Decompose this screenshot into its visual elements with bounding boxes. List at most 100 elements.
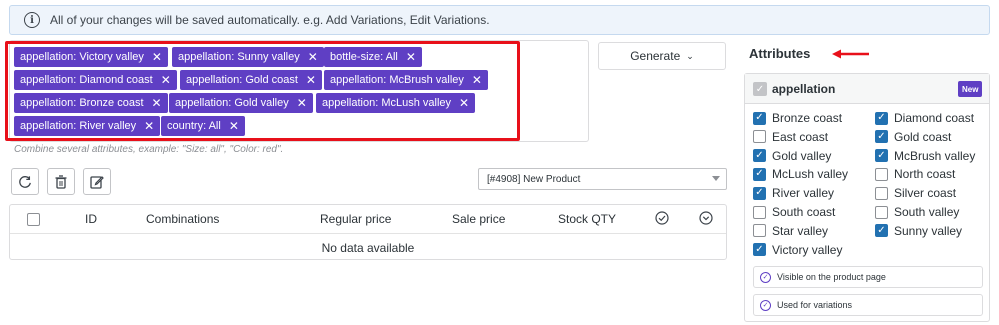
col-stock-qty[interactable]: Stock QTY (558, 212, 616, 226)
tag-label: appellation: Gold valley (175, 97, 289, 109)
col-sale-price[interactable]: Sale price (452, 212, 505, 226)
option-label: Silver coast (894, 186, 957, 201)
option-label: Bronze coast (772, 111, 843, 125)
attribute-tag: bottle-size: All ✕ (324, 47, 422, 67)
refresh-icon (19, 175, 31, 188)
visible-on-product-page-toggle[interactable]: ✓ Visible on the product page (753, 266, 983, 288)
tag-label: appellation: McBrush valley (330, 74, 464, 86)
remove-tag-icon[interactable]: ✕ (152, 50, 162, 64)
checkbox[interactable] (753, 205, 766, 219)
attribute-tag: appellation: Bronze coast ✕ (14, 93, 168, 113)
attribute-option[interactable]: ✓ McLush valley (753, 167, 848, 181)
product-select[interactable]: [#4908] New Product (478, 168, 727, 190)
remove-tag-icon[interactable]: ✕ (306, 73, 316, 87)
attribute-option[interactable]: ✓ Sunny valley (875, 224, 962, 238)
attribute-tag: appellation: Gold coast ✕ (180, 70, 322, 90)
attribute-group-name: appellation (772, 82, 836, 96)
attribute-option[interactable]: ✓ McBrush valley (875, 149, 975, 163)
option-label: Victory valley (772, 242, 843, 257)
checkbox[interactable] (753, 130, 766, 144)
remove-tag-icon[interactable]: ✕ (144, 119, 154, 133)
variations-table: ID Combinations Regular price Sale price… (9, 204, 727, 260)
option-label: East coast (772, 129, 829, 144)
checked-checkbox[interactable]: ✓ (753, 186, 766, 200)
visible-label: Visible on the product page (777, 272, 886, 282)
option-label: South valley (894, 205, 960, 219)
remove-tag-icon[interactable]: ✕ (161, 73, 171, 87)
chevron-down-icon: ⌄ (686, 50, 694, 61)
variations-label: Used for variations (777, 300, 853, 310)
checkbox[interactable] (875, 167, 888, 181)
attribute-option[interactable]: East coast (753, 130, 828, 144)
checked-checkbox[interactable]: ✓ (875, 149, 888, 163)
remove-tag-icon[interactable]: ✕ (297, 96, 307, 110)
check-circle-icon: ✓ (760, 271, 771, 283)
tag-label: appellation: Sunny valley (178, 51, 300, 63)
checked-checkbox[interactable]: ✓ (753, 243, 766, 257)
checkbox[interactable] (875, 186, 888, 200)
option-label: River valley (772, 186, 835, 201)
group-checkbox[interactable]: ✓ (753, 82, 767, 96)
check-circle-icon[interactable] (655, 211, 669, 228)
remove-tag-icon[interactable]: ✕ (229, 119, 239, 133)
remove-tag-icon[interactable]: ✕ (472, 73, 482, 87)
remove-tag-icon[interactable]: ✕ (152, 96, 162, 110)
edit-button[interactable] (83, 168, 111, 195)
attribute-tag: appellation: River valley ✕ (14, 116, 161, 136)
checked-checkbox[interactable]: ✓ (875, 130, 888, 144)
checkbox[interactable] (753, 224, 766, 238)
generate-button[interactable]: Generate ⌄ (598, 42, 726, 70)
checked-checkbox[interactable]: ✓ (753, 149, 766, 163)
remove-tag-icon[interactable]: ✕ (406, 50, 416, 64)
checked-checkbox[interactable]: ✓ (753, 111, 766, 125)
attribute-option[interactable]: ✓ Gold valley (753, 149, 831, 163)
col-combinations[interactable]: Combinations (146, 212, 219, 226)
option-label: Gold coast (894, 129, 952, 144)
attribute-tag: appellation: Victory valley ✕ (14, 47, 168, 67)
new-badge: New (958, 81, 983, 97)
attribute-option[interactable]: South valley (875, 205, 959, 219)
edit-icon (90, 175, 104, 189)
tag-label: country: All (167, 120, 221, 132)
checked-checkbox[interactable]: ✓ (753, 167, 766, 181)
info-icon: i (24, 12, 40, 28)
attribute-tag: appellation: Gold valley ✕ (169, 93, 313, 113)
col-id[interactable]: ID (85, 212, 97, 226)
attribute-tag: country: All ✕ (161, 116, 245, 136)
notice-text: All of your changes will be saved automa… (50, 13, 490, 27)
tag-label: appellation: McLush valley (322, 97, 452, 109)
attribute-option[interactable]: ✓ Bronze coast (753, 111, 842, 125)
chevron-circle-icon[interactable] (699, 211, 713, 228)
attribute-option[interactable]: Star valley (753, 224, 828, 238)
option-label: North coast (894, 167, 956, 182)
attribute-option[interactable]: South coast (753, 205, 835, 219)
check-circle-icon: ✓ (760, 299, 771, 311)
attribute-option[interactable]: ✓ Diamond coast (875, 111, 974, 125)
checked-checkbox[interactable]: ✓ (875, 111, 888, 125)
attribute-option[interactable]: ✓ River valley (753, 186, 834, 200)
generate-label: Generate (630, 49, 681, 63)
attribute-option[interactable]: ✓ Victory valley (753, 243, 842, 257)
attribute-tag: appellation: Diamond coast ✕ (14, 70, 177, 90)
select-all-checkbox[interactable] (27, 213, 40, 229)
refresh-button[interactable] (11, 168, 39, 195)
table-header: ID Combinations Regular price Sale price… (10, 205, 726, 234)
autosave-notice: i All of your changes will be saved auto… (9, 5, 990, 35)
option-label: McLush valley (772, 167, 849, 182)
attribute-option[interactable]: ✓ Gold coast (875, 130, 951, 144)
empty-state: No data available (321, 241, 415, 255)
delete-button[interactable] (47, 168, 75, 195)
trash-icon (55, 174, 67, 189)
used-for-variations-toggle[interactable]: ✓ Used for variations (753, 294, 983, 316)
col-regular-price[interactable]: Regular price (320, 212, 391, 226)
tag-label: appellation: Victory valley (20, 51, 144, 63)
attribute-option[interactable]: Silver coast (875, 186, 956, 200)
checked-checkbox[interactable]: ✓ (875, 224, 888, 238)
attribute-tag: appellation: McLush valley ✕ (316, 93, 476, 113)
checkbox[interactable] (875, 205, 888, 219)
attribute-tag: appellation: Sunny valley ✕ (172, 47, 324, 67)
remove-tag-icon[interactable]: ✕ (459, 96, 469, 110)
attribute-option[interactable]: North coast (875, 167, 955, 181)
tag-label: appellation: Bronze coast (20, 97, 144, 109)
remove-tag-icon[interactable]: ✕ (308, 50, 318, 64)
